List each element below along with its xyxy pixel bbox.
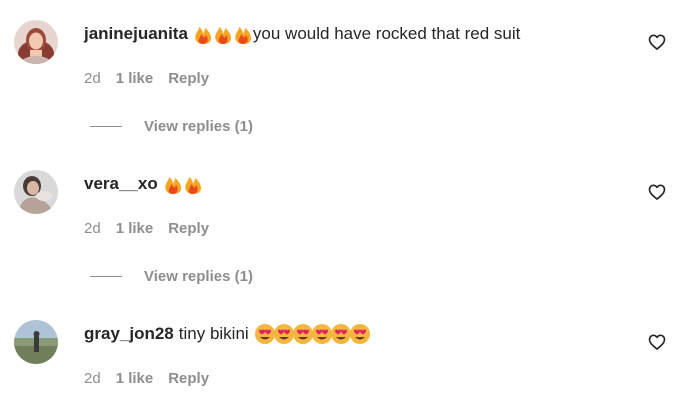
avatar[interactable] xyxy=(14,320,58,364)
heart-eyes-emoji xyxy=(254,323,374,345)
reply-button[interactable]: Reply xyxy=(168,70,209,87)
fire-emoji xyxy=(163,173,203,195)
like-heart-icon[interactable] xyxy=(647,332,667,352)
view-replies-label: View replies (1) xyxy=(144,118,253,135)
username-link[interactable]: janinejuanita xyxy=(84,23,188,45)
username-link[interactable]: gray_jon28 xyxy=(84,323,174,345)
view-replies-label: View replies (1) xyxy=(144,268,253,285)
likes-count[interactable]: 1 like xyxy=(116,220,154,237)
likes-count[interactable]: 1 like xyxy=(116,70,154,87)
like-heart-icon[interactable] xyxy=(647,32,667,52)
fire-emoji xyxy=(193,23,253,45)
comment-body: gray_jon28 tiny bikini xyxy=(84,323,374,345)
reply-button[interactable]: Reply xyxy=(168,370,209,387)
comment-meta: 2d 1 like Reply xyxy=(84,70,224,87)
likes-count[interactable]: 1 like xyxy=(116,370,154,387)
comment-body: vera__xo xyxy=(84,173,203,195)
username-link[interactable]: vera__xo xyxy=(84,173,158,195)
comment-time[interactable]: 2d xyxy=(84,70,101,87)
reply-button[interactable]: Reply xyxy=(168,220,209,237)
replies-divider xyxy=(90,276,122,277)
comment-body: janinejuanita you would have rocked that… xyxy=(84,23,520,45)
comment-text: tiny bikini xyxy=(178,324,249,343)
comment-meta: 2d 1 like Reply xyxy=(84,370,224,387)
view-replies-button[interactable]: View replies (1) xyxy=(90,268,253,285)
avatar[interactable] xyxy=(14,170,58,214)
replies-divider xyxy=(90,126,122,127)
comment-time[interactable]: 2d xyxy=(84,220,101,237)
comment-meta: 2d 1 like Reply xyxy=(84,220,224,237)
comment-time[interactable]: 2d xyxy=(84,370,101,387)
like-heart-icon[interactable] xyxy=(647,182,667,202)
comment-text: you would have rocked that red suit xyxy=(252,24,521,43)
avatar[interactable] xyxy=(14,20,58,64)
view-replies-button[interactable]: View replies (1) xyxy=(90,118,253,135)
